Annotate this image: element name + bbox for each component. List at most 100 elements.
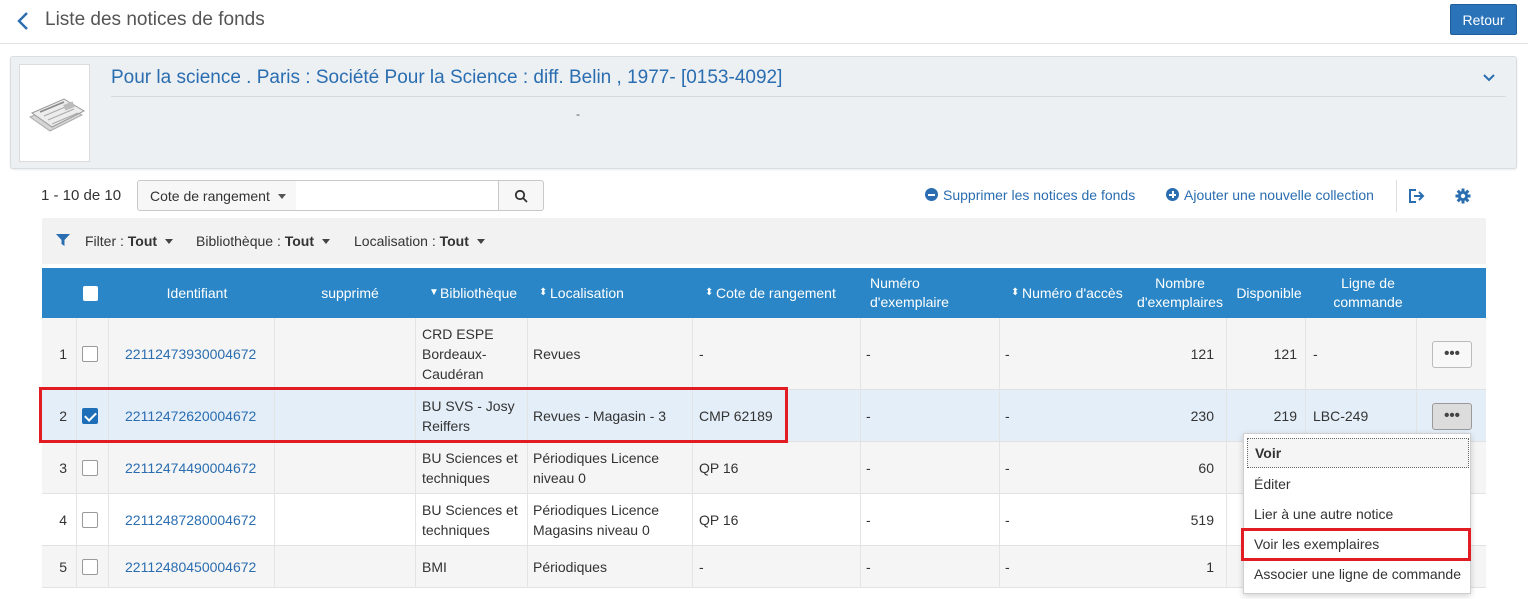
column-header-identifiant[interactable]: Identifiant: [109, 268, 285, 318]
export-icon[interactable]: [1408, 188, 1426, 204]
cell-cote: -: [699, 558, 704, 575]
sort-icon: ⬍: [539, 287, 548, 298]
column-header-cote[interactable]: ⬍ Cote de rangement: [705, 268, 870, 318]
highlight-box-menu-item: [1241, 528, 1471, 561]
row-actions-button[interactable]: •••: [1432, 340, 1472, 368]
column-header-numero-acces-label: Numéro d'accès: [1022, 284, 1123, 301]
plus-circle-icon: [1166, 188, 1179, 201]
cell-localisation: Revues: [533, 345, 581, 362]
column-header-numero-acces[interactable]: ⬍ Numéro d'accès: [1011, 268, 1141, 318]
add-collection-link[interactable]: Ajouter une nouvelle collection: [1166, 187, 1374, 203]
cell-numero-exemplaire: -: [866, 345, 871, 362]
column-divider: [1305, 318, 1306, 389]
cell-cote: -: [699, 345, 704, 362]
location-filter-dropdown[interactable]: Localisation : Tout: [354, 233, 485, 249]
cell-bibliotheque: BU Sciences et techniques: [422, 449, 518, 486]
cell-numero-acces: -: [1005, 459, 1010, 476]
column-divider: [76, 546, 77, 587]
row-number: 5: [59, 558, 67, 575]
filter-dropdown[interactable]: Filter : Tout: [85, 233, 174, 249]
cell-numero-acces: -: [1005, 511, 1010, 528]
column-header-bibliotheque[interactable]: ▼ Bibliothèque: [429, 268, 529, 318]
cell-numero-exemplaire: -: [866, 558, 871, 575]
cell-identifiant[interactable]: 22112487280004672: [125, 494, 275, 545]
table-row[interactable]: 1 22112473930004672 CRD ESPE Bordeaux-Caud…: [42, 318, 1486, 390]
cell-identifiant[interactable]: 22112480450004672: [125, 546, 275, 587]
cell-identifiant[interactable]: 22112474490004672: [125, 442, 275, 493]
menu-item-voir[interactable]: Voir: [1247, 438, 1469, 468]
row-actions-button[interactable]: •••: [1432, 402, 1472, 430]
record-subtitle: -: [576, 107, 580, 121]
search-input[interactable]: [296, 180, 499, 211]
column-divider: [860, 318, 861, 389]
row-checkbox[interactable]: [82, 512, 98, 528]
row-checkbox[interactable]: [82, 559, 98, 575]
record-thumbnail: [19, 64, 90, 162]
library-filter-label: Bibliothèque :: [196, 233, 281, 249]
row-checkbox[interactable]: [82, 460, 98, 476]
search-button[interactable]: [498, 180, 544, 211]
library-filter-value: Tout: [284, 233, 315, 249]
chevron-down-icon[interactable]: [1482, 71, 1496, 85]
cell-localisation: Périodiques Licence niveau 0: [533, 449, 660, 486]
sort-icon: ⬍: [705, 287, 714, 298]
column-divider: [108, 318, 109, 389]
menu-item-associer-ligne[interactable]: Associer une ligne de commande: [1244, 559, 1472, 589]
column-header-supprime[interactable]: supprimé: [275, 268, 425, 318]
column-divider: [860, 494, 861, 545]
cell-numero-exemplaire: -: [866, 459, 871, 476]
highlight-box-row: [39, 387, 788, 443]
column-divider: [999, 546, 1000, 587]
column-header-nombre[interactable]: Nombre d'exemplaires: [1132, 268, 1228, 318]
column-header-numero-exemplaire[interactable]: Numéro d'exemplaire: [870, 268, 990, 318]
column-header-ligne-commande[interactable]: Ligne de commande: [1312, 268, 1424, 318]
column-divider: [1416, 318, 1417, 389]
menu-item-editer[interactable]: Éditer: [1244, 469, 1472, 499]
record-divider: [111, 96, 1506, 97]
menu-item-lier-notice[interactable]: Lier à une autre notice: [1244, 499, 1472, 529]
row-checkbox[interactable]: [82, 346, 98, 362]
cell-identifiant[interactable]: 22112473930004672: [125, 318, 275, 389]
record-title[interactable]: Pour la science . Paris : Société Pour l…: [111, 67, 782, 89]
gear-icon[interactable]: [1455, 188, 1471, 204]
cell-nombre: 121: [1190, 345, 1214, 362]
cell-cote: QP 16: [699, 511, 739, 528]
retour-button[interactable]: Retour: [1450, 4, 1517, 35]
search-field-label: Cote de rangement: [150, 188, 270, 204]
cell-bibliotheque: BU Sciences et techniques: [422, 501, 518, 538]
filter-value: Tout: [127, 233, 158, 249]
cell-supprime: [280, 546, 420, 587]
cell-numero-exemplaire: -: [866, 407, 871, 424]
cell-disponible: 121: [1273, 345, 1297, 362]
column-header-cote-label: Cote de rangement: [716, 284, 836, 301]
row-actions-menu: Voir Éditer Lier à une autre notice Voir…: [1243, 433, 1471, 594]
top-bar: Liste des notices de fonds Retour: [0, 0, 1528, 44]
column-header-localisation-label: Localisation: [550, 284, 624, 301]
cell-supprime: [280, 442, 420, 493]
cell-supprime: [280, 494, 420, 545]
cell-nombre: 519: [1190, 511, 1214, 528]
delete-holdings-link[interactable]: Supprimer les notices de fonds: [925, 187, 1135, 203]
sort-icon: ⬍: [1011, 287, 1020, 298]
column-divider: [527, 318, 528, 389]
column-divider: [527, 546, 528, 587]
cell-numero-acces: -: [1005, 345, 1010, 362]
column-header-localisation[interactable]: ⬍ Localisation: [539, 268, 699, 318]
search-field-select[interactable]: Cote de rangement: [137, 180, 297, 211]
filter-icon: [56, 234, 70, 246]
library-filter-dropdown[interactable]: Bibliothèque : Tout: [196, 233, 331, 249]
chevron-left-icon[interactable]: [14, 10, 32, 32]
table-header: Identifiant supprimé ▼ Bibliothèque ⬍ Loca…: [42, 268, 1486, 318]
caret-down-icon: [278, 194, 286, 199]
column-divider: [527, 442, 528, 493]
cell-nombre: 1: [1206, 558, 1214, 575]
row-number: 4: [59, 511, 67, 528]
column-header-disponible[interactable]: Disponible: [1230, 268, 1308, 318]
results-count: 1 - 10 de 10: [41, 187, 122, 204]
column-divider: [999, 318, 1000, 389]
caret-down-icon: [476, 239, 485, 244]
select-all-checkbox[interactable]: [83, 286, 98, 301]
column-header-bibliotheque-label: Bibliothèque: [440, 284, 518, 301]
cell-numero-acces: -: [1005, 407, 1010, 424]
column-divider: [999, 442, 1000, 493]
